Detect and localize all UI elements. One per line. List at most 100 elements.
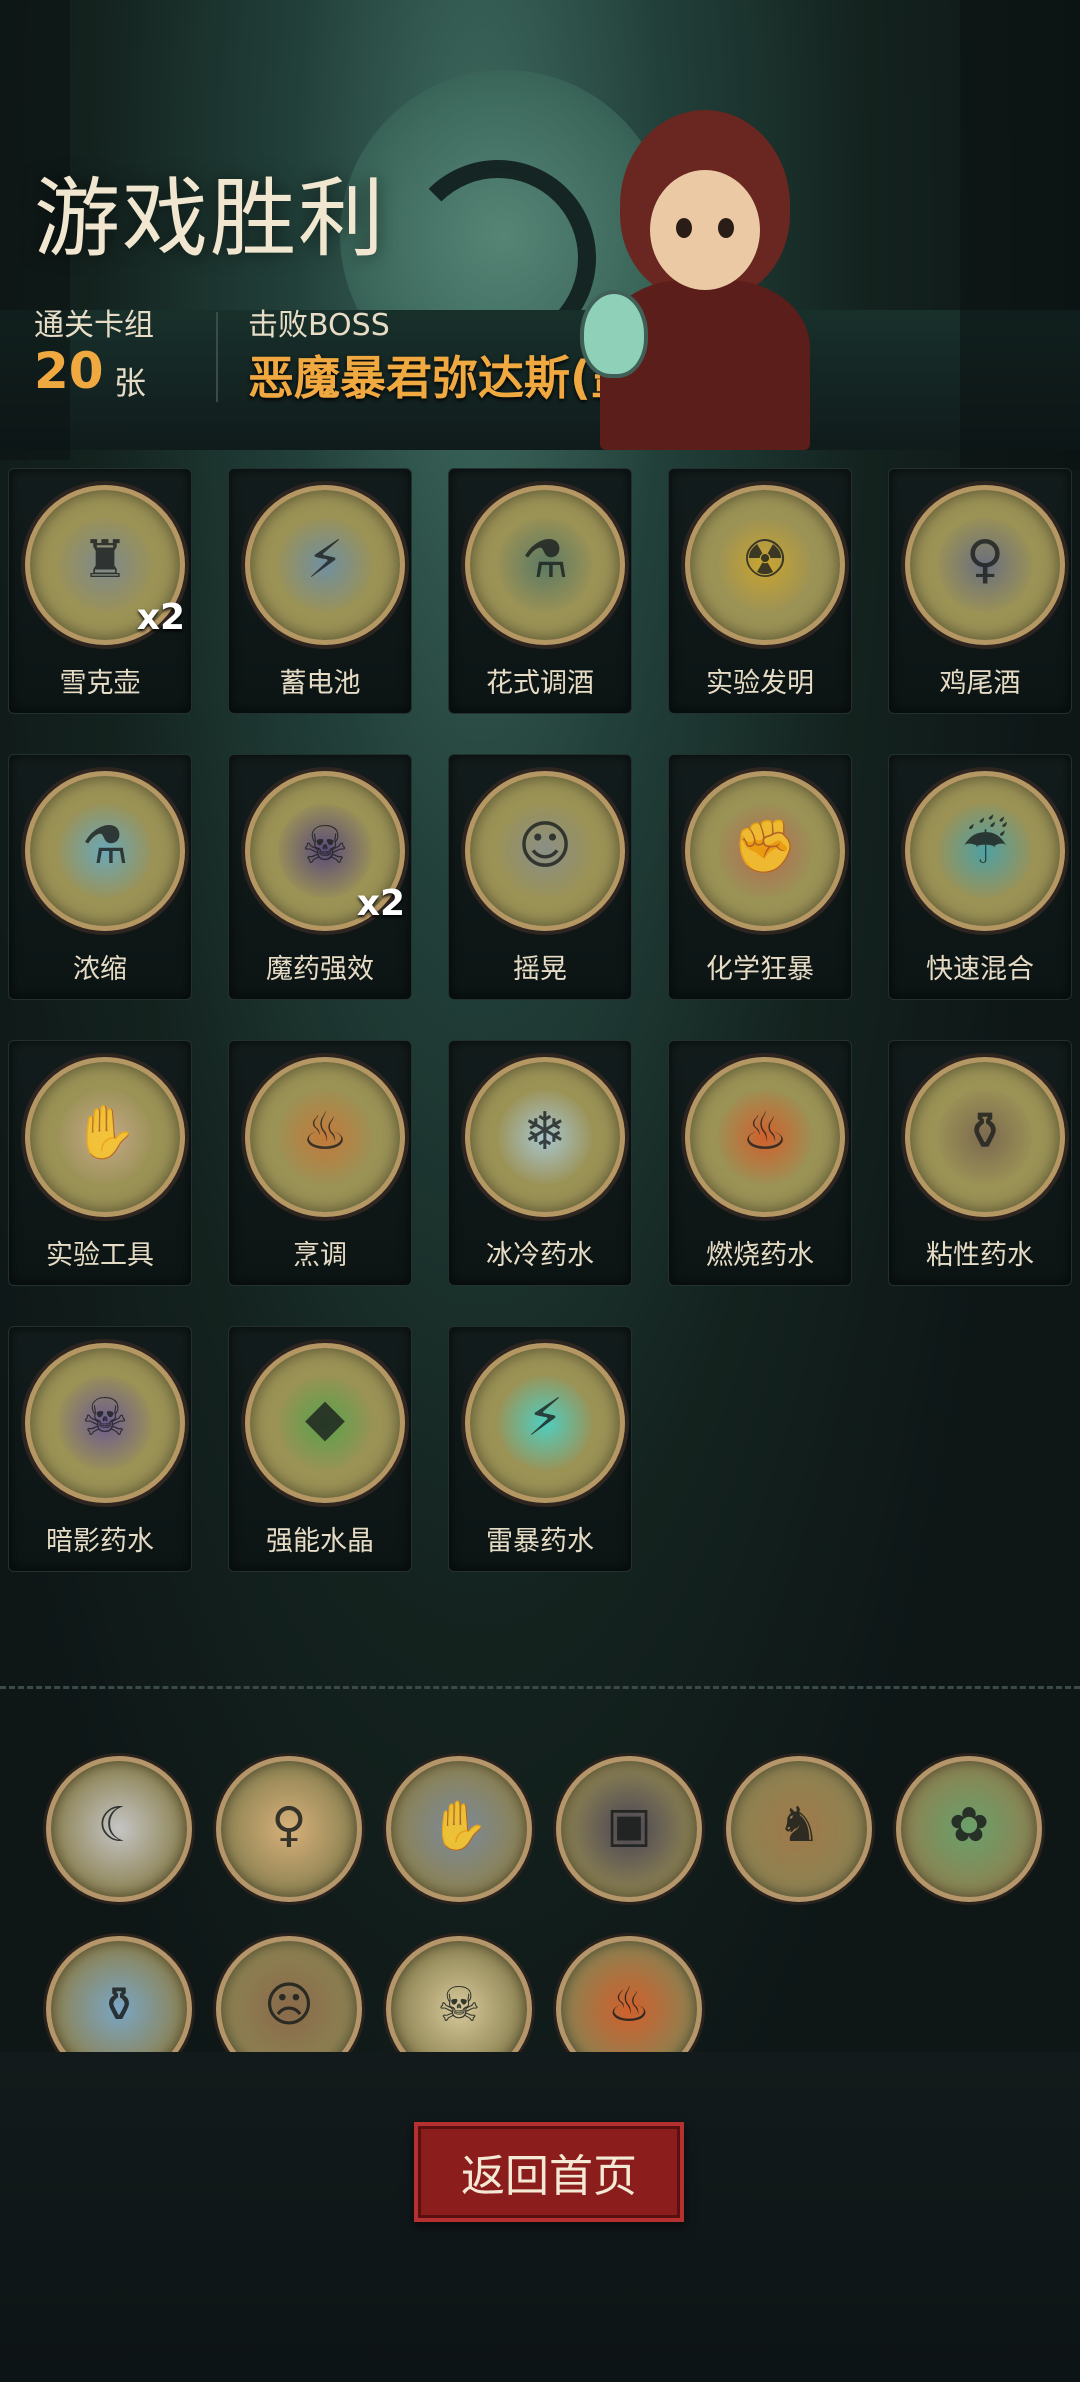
deer-icon[interactable]: ♞: [726, 1756, 872, 1902]
rage-icon: ✊: [685, 771, 845, 931]
page-title: 游戏胜利: [34, 169, 386, 269]
card-name: 实验发明: [706, 668, 814, 699]
deck-card[interactable]: ❄ 冰冷药水: [448, 1040, 632, 1286]
invention-icon: ☢: [685, 485, 845, 645]
hero-face: [650, 170, 760, 290]
hero-eye-right: [718, 218, 734, 238]
deck-unit: 张: [114, 364, 147, 402]
card-glyph: ❄: [523, 1102, 567, 1162]
card-glyph: ◆: [305, 1388, 345, 1448]
deck-card[interactable]: ☠ 暗影药水: [8, 1326, 192, 1572]
hero-character-art: [580, 110, 810, 450]
card-glyph: ♜: [81, 530, 129, 590]
deck-card[interactable]: ♀ 鸡尾酒: [888, 468, 1072, 714]
card-name: 强能水晶: [266, 1526, 374, 1557]
hero-flask-icon: [580, 290, 648, 378]
card-glyph: ⚡: [306, 530, 344, 590]
sticky-potion-icon: ⚱: [905, 1057, 1065, 1217]
card-name: 蓄电池: [279, 668, 361, 699]
deck-card[interactable]: ☠ x2 魔药强效: [228, 754, 412, 1000]
relic-glyph: ☠: [437, 1977, 481, 2033]
card-glyph: ☢: [741, 530, 789, 590]
deck-card[interactable]: ◆ 强能水晶: [228, 1326, 412, 1572]
deck-card[interactable]: ♨ 烹调: [228, 1040, 412, 1286]
thunder-potion-icon: ⚡: [465, 1343, 625, 1503]
card-name: 摇晃: [513, 954, 567, 985]
card-glyph: ☠: [301, 816, 349, 876]
card-glyph: ♨: [301, 1102, 349, 1162]
card-glyph: ⚗: [81, 816, 129, 876]
crystal-icon: ◆: [245, 1343, 405, 1503]
card-name: 化学狂暴: [706, 954, 814, 985]
card-glyph: ☺: [517, 816, 573, 876]
ice-potion-icon: ❄: [465, 1057, 625, 1217]
girl-portrait-icon[interactable]: ♀: [216, 1756, 362, 1902]
header-divider: [216, 312, 218, 402]
deck-label: 通关卡组: [34, 308, 154, 343]
card-glyph: ♨: [741, 1102, 789, 1162]
relic-glyph: ☹: [263, 1977, 315, 2033]
hero-eye-left: [676, 218, 692, 238]
section-divider: [0, 1686, 1080, 1689]
deck-card[interactable]: ✋ 实验工具: [8, 1040, 192, 1286]
lab-tool-icon: ✋: [25, 1057, 185, 1217]
reaper-icon[interactable]: ☾: [46, 1756, 192, 1902]
card-name: 浓缩: [73, 954, 127, 985]
card-name: 魔药强效: [266, 954, 374, 985]
card-glyph: ♀: [965, 530, 1005, 590]
deck-card[interactable]: ⚡ 雷暴药水: [448, 1326, 632, 1572]
card-glyph: ☔: [961, 816, 1009, 876]
card-name: 烹调: [293, 1240, 347, 1271]
card-multiplier-badge: x2: [356, 883, 405, 924]
tree-right-decoration: [960, 0, 1080, 470]
deck-card[interactable]: ♜ x2 雪克壶: [8, 468, 192, 714]
deck-card[interactable]: ⚱ 粘性药水: [888, 1040, 1072, 1286]
relic-glyph: ♨: [607, 1977, 651, 2033]
card-multiplier-badge: x2: [136, 597, 185, 638]
deck-card[interactable]: ☢ 实验发明: [668, 468, 852, 714]
relic-glyph: ⚱: [98, 1977, 140, 2033]
card-name: 雪克壶: [59, 668, 141, 699]
deck-card[interactable]: ✊ 化学狂暴: [668, 754, 852, 1000]
deck-card[interactable]: ⚡ 蓄电池: [228, 468, 412, 714]
quick-mix-icon: ☔: [905, 771, 1065, 931]
boss-label: 击败BOSS: [248, 308, 390, 343]
card-glyph: ☠: [81, 1388, 129, 1448]
deck-card[interactable]: ⚗ 浓缩: [8, 754, 192, 1000]
deck-card[interactable]: ⚗ 花式调酒: [448, 468, 632, 714]
card-name: 雷暴药水: [486, 1526, 594, 1557]
card-name: 冰冷药水: [486, 1240, 594, 1271]
card-name: 快速混合: [926, 954, 1034, 985]
relic-glyph: ♀: [271, 1797, 307, 1853]
deck-card[interactable]: ☔ 快速混合: [888, 754, 1072, 1000]
deck-card[interactable]: ♨ 燃烧药水: [668, 1040, 852, 1286]
shadow-potion-icon: ☠: [25, 1343, 185, 1503]
card-name: 花式调酒: [486, 668, 594, 699]
cooking-icon: ♨: [245, 1057, 405, 1217]
hand-claw-icon[interactable]: ✋: [386, 1756, 532, 1902]
relic-glyph: ♞: [777, 1797, 821, 1853]
card-glyph: ⚱: [963, 1102, 1007, 1162]
card-glyph: ⚗: [521, 530, 569, 590]
return-home-button[interactable]: 返回首页: [414, 2122, 684, 2222]
relic-glyph: ✋: [429, 1798, 489, 1854]
relic-glyph: ☾: [97, 1797, 141, 1853]
cocktail-icon: ♀: [905, 485, 1065, 645]
card-glyph: ⚡: [526, 1388, 564, 1448]
card-glyph: ✋: [72, 1103, 138, 1163]
fire-potion-icon: ♨: [685, 1057, 845, 1217]
card-name: 鸡尾酒: [939, 668, 1021, 699]
deck-count: 20: [34, 342, 104, 400]
red-book-icon[interactable]: ▣: [556, 1756, 702, 1902]
distill-icon: ⚗: [25, 771, 185, 931]
deck-card[interactable]: ☺ 摇晃: [448, 754, 632, 1000]
card-name: 实验工具: [46, 1240, 154, 1271]
card-name: 粘性药水: [926, 1240, 1034, 1271]
shake-icon: ☺: [465, 771, 625, 931]
card-glyph: ✊: [732, 817, 798, 877]
card-name: 暗影药水: [46, 1526, 154, 1557]
relic-glyph: ▣: [606, 1797, 652, 1853]
card-name: 燃烧药水: [706, 1240, 814, 1271]
battery-icon: ⚡: [245, 485, 405, 645]
dryad-icon[interactable]: ✿: [896, 1756, 1042, 1902]
